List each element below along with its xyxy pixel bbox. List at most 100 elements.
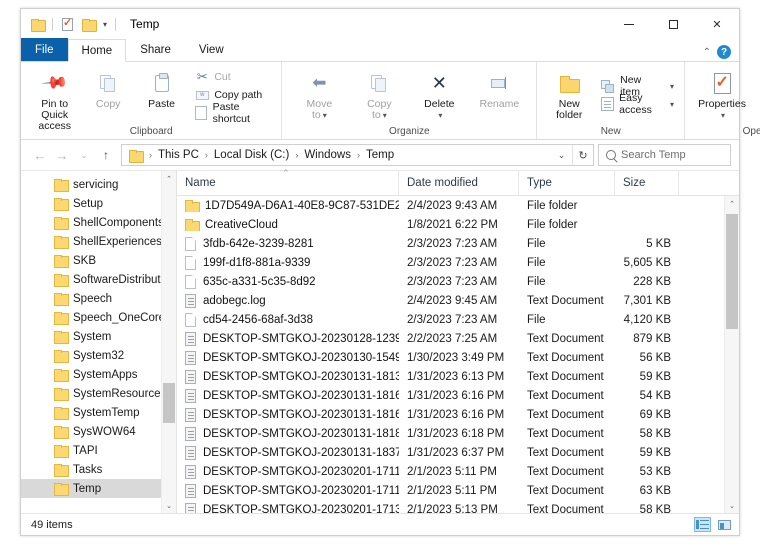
pin-to-quick-access-button[interactable]: 📌 Pin to Quick access bbox=[28, 67, 81, 132]
sidebar-item[interactable]: ShellExperiences bbox=[21, 232, 161, 251]
maximize-button[interactable] bbox=[651, 9, 695, 39]
column-header-spacer bbox=[679, 171, 739, 196]
table-row[interactable]: DESKTOP-SMTGKOJ-20230201-1711.log2/1/202… bbox=[177, 462, 724, 481]
scrollbar-track[interactable] bbox=[725, 211, 740, 498]
table-row[interactable]: 635c-a331-5c35-8d922/3/2023 7:23 AMFile2… bbox=[177, 272, 724, 291]
table-row[interactable]: DESKTOP-SMTGKOJ-20230128-1239.log2/2/202… bbox=[177, 329, 724, 348]
column-header-size[interactable]: Size bbox=[615, 171, 679, 196]
refresh-button[interactable]: ↻ bbox=[572, 145, 593, 165]
chevron-down-icon[interactable]: ▾ bbox=[383, 111, 387, 120]
table-row[interactable]: DESKTOP-SMTGKOJ-20230131-1816.log1/31/20… bbox=[177, 386, 724, 405]
sidebar-item[interactable]: Speech bbox=[21, 289, 161, 308]
chevron-down-icon[interactable]: ▾ bbox=[721, 111, 725, 120]
properties-icon[interactable] bbox=[59, 16, 76, 33]
table-row[interactable]: DESKTOP-SMTGKOJ-20230131-1813.log1/31/20… bbox=[177, 367, 724, 386]
chevron-down-icon[interactable]: ▾ bbox=[670, 82, 674, 91]
tab-share[interactable]: Share bbox=[126, 38, 185, 61]
up-button[interactable]: ↑ bbox=[95, 144, 117, 166]
chevron-down-icon[interactable]: ▾ bbox=[670, 100, 674, 109]
copy-button[interactable]: Copy bbox=[81, 67, 134, 110]
table-row[interactable]: DESKTOP-SMTGKOJ-20230201-1713.log2/1/202… bbox=[177, 500, 724, 513]
folder-icon bbox=[54, 483, 67, 494]
back-button[interactable]: ← bbox=[29, 144, 51, 166]
chevron-down-icon[interactable]: ▾ bbox=[438, 111, 442, 120]
delete-button[interactable]: ✕ Delete ▾ bbox=[409, 67, 469, 121]
table-row[interactable]: DESKTOP-SMTGKOJ-20230131-1818.log1/31/20… bbox=[177, 424, 724, 443]
chevron-up-icon[interactable]: ⌃ bbox=[703, 47, 711, 58]
search-input[interactable]: Search Temp bbox=[621, 149, 686, 161]
sidebar-item[interactable]: System bbox=[21, 327, 161, 346]
breadcrumb-item-local-disk[interactable]: Local Disk (C:) bbox=[212, 149, 291, 161]
tab-file[interactable]: File bbox=[21, 38, 68, 61]
sidebar-item[interactable]: Tasks bbox=[21, 460, 161, 479]
table-row[interactable]: DESKTOP-SMTGKOJ-20230131-1837.log1/31/20… bbox=[177, 443, 724, 462]
sidebar-item[interactable]: servicing bbox=[21, 175, 161, 194]
sidebar-item[interactable]: SysWOW64 bbox=[21, 422, 161, 441]
sidebar-item[interactable]: SKB bbox=[21, 251, 161, 270]
sidebar-item[interactable]: System32 bbox=[21, 346, 161, 365]
tab-home[interactable]: Home bbox=[68, 39, 127, 62]
new-folder-icon[interactable] bbox=[80, 16, 97, 33]
breadcrumb-item-this-pc[interactable]: This PC bbox=[156, 149, 201, 161]
sidebar-item[interactable]: Setup bbox=[21, 194, 161, 213]
scrollbar-thumb[interactable] bbox=[726, 214, 738, 329]
scroll-down-icon[interactable]: ⌄ bbox=[725, 498, 740, 513]
history-button[interactable]: History bbox=[756, 104, 760, 122]
tab-view[interactable]: View bbox=[185, 38, 238, 61]
table-row[interactable]: adobegc.log2/4/2023 9:45 AMText Document… bbox=[177, 291, 724, 310]
edit-button[interactable]: Edit bbox=[756, 86, 760, 104]
properties-button[interactable]: Properties ▾ bbox=[692, 67, 752, 121]
chevron-down-icon[interactable]: ▾ bbox=[323, 111, 327, 120]
table-row[interactable]: cd54-2456-68af-3d382/3/2023 7:23 AMFile4… bbox=[177, 310, 724, 329]
details-view-button[interactable] bbox=[694, 517, 711, 532]
forward-button[interactable]: → bbox=[51, 144, 73, 166]
breadcrumb-item-temp[interactable]: Temp bbox=[364, 149, 396, 161]
new-folder-button[interactable]: New folder bbox=[544, 67, 594, 121]
scroll-up-icon[interactable]: ⌃ bbox=[725, 196, 740, 211]
sidebar-item[interactable]: SystemResources bbox=[21, 384, 161, 403]
easy-access-button[interactable]: Easy access ▾ bbox=[598, 95, 677, 113]
sidebar-item[interactable]: Temp bbox=[21, 479, 161, 498]
table-row[interactable]: CreativeCloud1/8/2021 6:22 PMFile folder bbox=[177, 215, 724, 234]
sidebar-item[interactable]: ShellComponents bbox=[21, 213, 161, 232]
table-row[interactable]: 3fdb-642e-3239-82812/3/2023 7:23 AMFile5… bbox=[177, 234, 724, 253]
large-icons-view-button[interactable] bbox=[716, 517, 733, 532]
cut-button[interactable]: ✂ Cut bbox=[192, 68, 274, 86]
scrollbar-thumb[interactable] bbox=[163, 383, 175, 424]
search-box[interactable]: Search Temp bbox=[598, 144, 731, 166]
close-button[interactable]: ✕ bbox=[695, 9, 739, 39]
paste-button[interactable]: Paste bbox=[135, 67, 188, 110]
sidebar-item[interactable]: SoftwareDistribution bbox=[21, 270, 161, 289]
scroll-up-icon[interactable]: ⌃ bbox=[162, 171, 177, 186]
scroll-down-icon[interactable]: ⌄ bbox=[162, 498, 177, 513]
table-row[interactable]: DESKTOP-SMTGKOJ-20230131-1816a.log1/31/2… bbox=[177, 405, 724, 424]
sidebar-item[interactable]: SystemTemp bbox=[21, 403, 161, 422]
folder-icon[interactable] bbox=[29, 16, 46, 33]
chevron-down-icon[interactable]: ▾ bbox=[101, 20, 109, 29]
column-header-type[interactable]: Type bbox=[519, 171, 615, 196]
minimize-button[interactable] bbox=[607, 9, 651, 39]
table-row[interactable]: DESKTOP-SMTGKOJ-20230130-1549.log1/30/20… bbox=[177, 348, 724, 367]
open-button[interactable]: Open ▾ bbox=[756, 68, 760, 86]
move-to-button[interactable]: ⬅ Move to▾ bbox=[289, 67, 349, 121]
navigation-pane-scrollbar[interactable]: ⌃ ⌄ bbox=[161, 171, 176, 513]
sidebar-item[interactable]: Speech_OneCore bbox=[21, 308, 161, 327]
sidebar-item[interactable]: SystemApps bbox=[21, 365, 161, 384]
scrollbar-track[interactable] bbox=[162, 186, 177, 498]
table-row[interactable]: 199f-d1f8-881a-93392/3/2023 7:23 AMFile5… bbox=[177, 253, 724, 272]
table-row[interactable]: DESKTOP-SMTGKOJ-20230201-1711a.log2/1/20… bbox=[177, 481, 724, 500]
paste-shortcut-button[interactable]: Paste shortcut bbox=[192, 104, 274, 122]
rename-button[interactable]: Rename bbox=[469, 67, 529, 110]
folder-icon bbox=[54, 293, 67, 304]
breadcrumb-item-windows[interactable]: Windows bbox=[302, 149, 353, 161]
copy-to-button[interactable]: Copy to▾ bbox=[349, 67, 409, 121]
column-header-name[interactable]: Name ⌃ bbox=[177, 171, 399, 196]
address-bar[interactable]: › This PC › Local Disk (C:) › Windows › … bbox=[121, 144, 594, 166]
help-icon[interactable]: ? bbox=[717, 45, 731, 59]
address-dropdown-button[interactable]: ⌄ bbox=[551, 145, 572, 165]
file-list-scrollbar[interactable]: ⌃ ⌄ bbox=[724, 196, 739, 513]
recent-locations-button[interactable]: ⌄ bbox=[73, 144, 95, 166]
column-header-date-modified[interactable]: Date modified bbox=[399, 171, 519, 196]
table-row[interactable]: 1D7D549A-D6A1-40E8-9C87-531DE2DE98...2/4… bbox=[177, 196, 724, 215]
sidebar-item[interactable]: TAPI bbox=[21, 441, 161, 460]
